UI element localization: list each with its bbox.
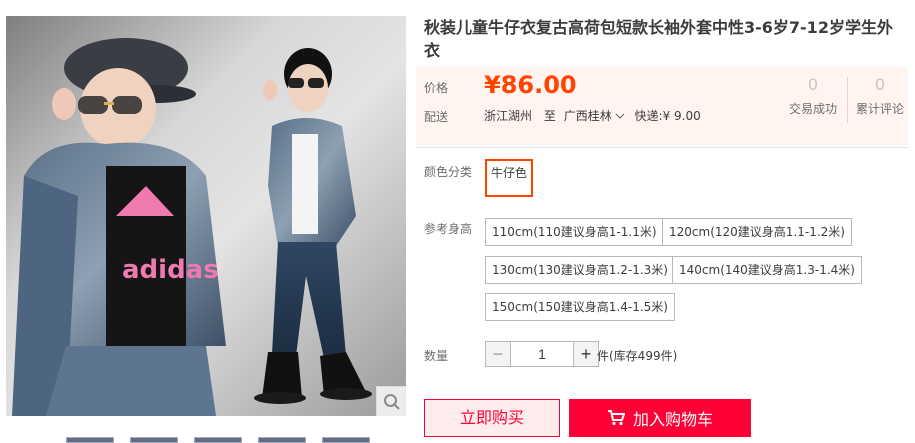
product-photo: adidas [12, 38, 372, 416]
size-option-140[interactable]: 140cm(140建议身高1.3-1.4米) [672, 256, 862, 284]
size-option-110[interactable]: 110cm(110建议身高1-1.1米) [485, 218, 664, 246]
zoom-button[interactable] [376, 386, 406, 416]
magnifier-icon [383, 393, 400, 410]
cart-icon [607, 410, 625, 426]
quantity-decrease-button[interactable]: − [485, 341, 511, 367]
stat-divider [847, 77, 848, 123]
buy-now-button[interactable]: 立即购买 [424, 399, 560, 437]
stat-sales: 0 交易成功 [783, 75, 843, 117]
shipping-destination: 广西桂林 [563, 109, 612, 123]
photo-logo-text: adidas [122, 255, 219, 285]
color-label: 颜色分类 [424, 165, 473, 179]
shipping-label: 配送 [424, 110, 449, 124]
stat-sales-count: 0 [807, 75, 819, 94]
stat-reviews-label: 累计评论 [855, 102, 904, 116]
chevron-down-icon [615, 113, 625, 119]
shipping-to-prefix: 至 [543, 109, 556, 123]
product-image[interactable]: adidas [6, 16, 406, 416]
thumbnail[interactable] [130, 437, 178, 443]
size-option-130[interactable]: 130cm(130建议身高1.2-1.3米) [485, 256, 675, 284]
thumbnail-strip [66, 437, 370, 443]
shipping-fee: 快递:¥ 9.00 [634, 109, 701, 123]
section-divider [416, 147, 908, 148]
thumbnail[interactable] [258, 437, 306, 443]
stock-info: 件(库存499件) [597, 349, 678, 363]
thumbnail[interactable] [66, 437, 114, 443]
shipping-destination-select[interactable]: 广西桂林 [564, 109, 625, 123]
product-title: 秋装儿童牛仔衣复古高荷包短款长袖外套中性3-6岁7-12岁学生外衣 [424, 18, 893, 60]
add-to-cart-label: 加入购物车 [632, 410, 713, 429]
thumbnail[interactable] [194, 437, 242, 443]
stat-reviews[interactable]: 0 累计评论 [852, 75, 908, 117]
shipping-from: 浙江湖州 [484, 109, 533, 123]
color-option-denim[interactable]: 牛仔色 [485, 159, 534, 197]
price-value: ¥86.00 [484, 71, 577, 99]
quantity-input[interactable]: 1 [511, 341, 573, 367]
size-label: 参考身高 [424, 222, 473, 236]
quantity-stepper: − 1 + [485, 341, 599, 367]
quantity-increase-button[interactable]: + [573, 341, 599, 367]
quantity-label: 数量 [424, 349, 449, 363]
stat-sales-label: 交易成功 [788, 102, 837, 116]
size-option-150[interactable]: 150cm(150建议身高1.4-1.5米) [485, 293, 675, 321]
size-option-120[interactable]: 120cm(120建议身高1.1-1.2米) [662, 218, 852, 246]
shipping-info: 浙江湖州 至 广西桂林 快递:¥ 9.00 [484, 107, 701, 124]
add-to-cart-button[interactable]: 加入购物车 [569, 399, 751, 437]
price-label: 价格 [424, 81, 449, 95]
thumbnail[interactable] [322, 437, 370, 443]
stat-reviews-count: 0 [874, 75, 886, 94]
